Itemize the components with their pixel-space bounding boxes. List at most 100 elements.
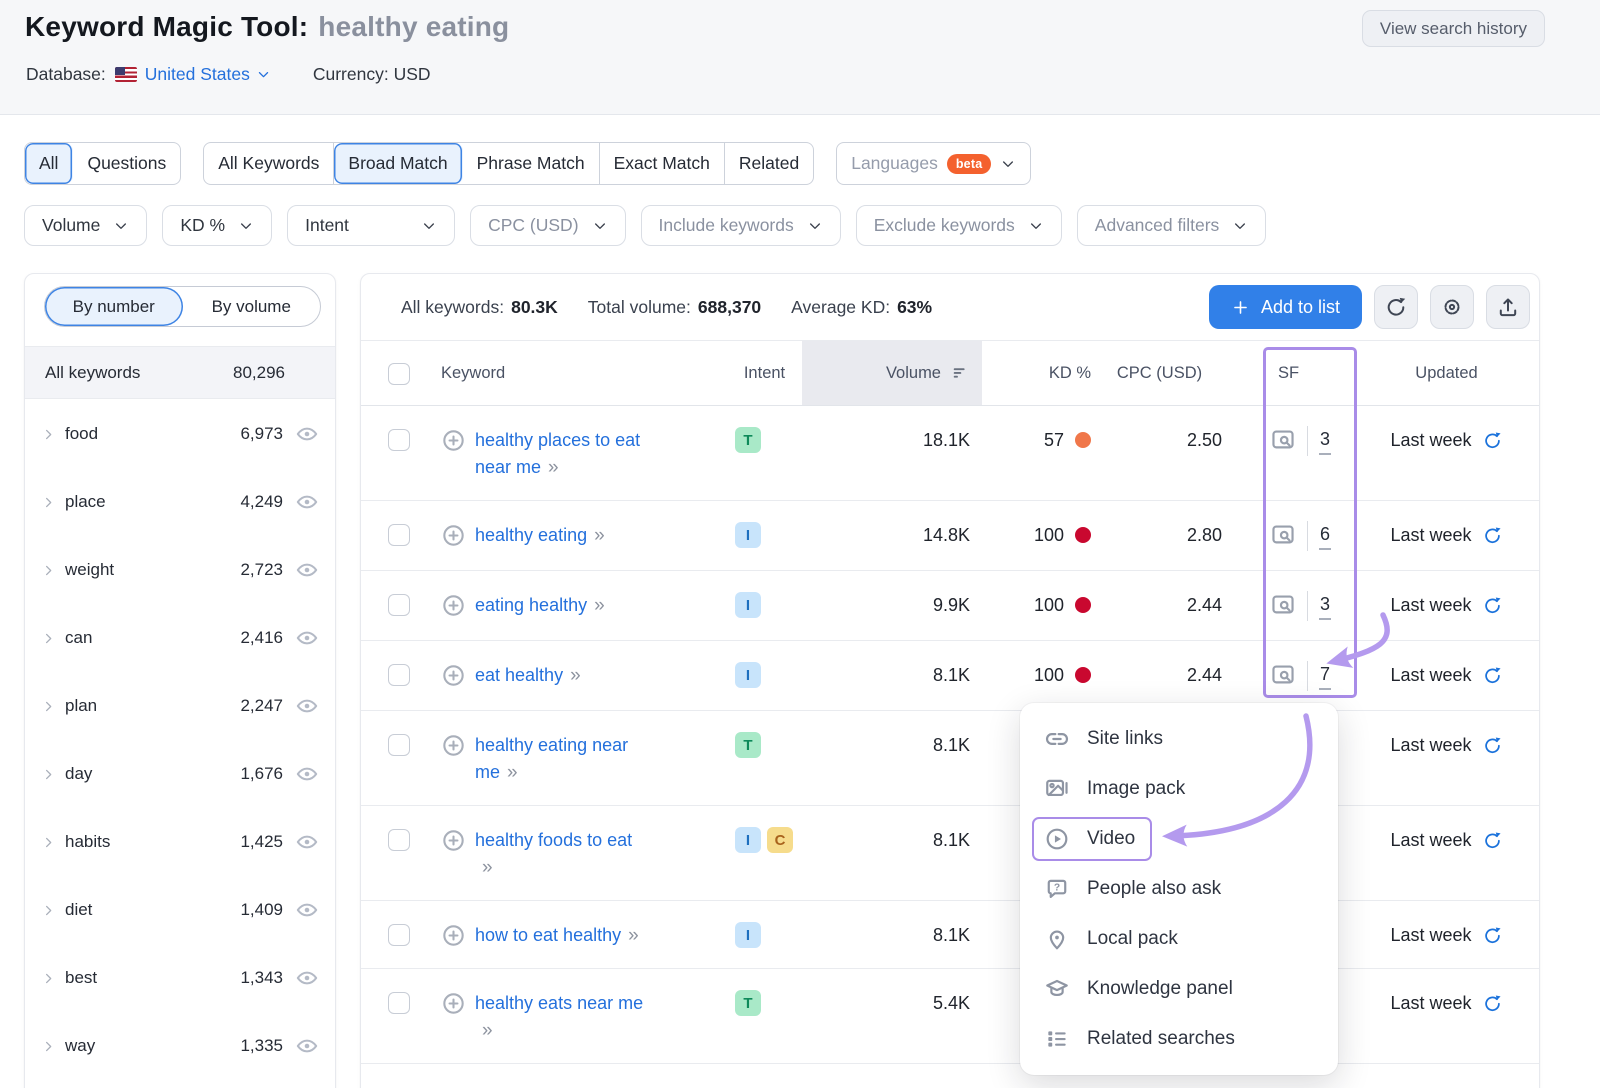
select-all-checkbox[interactable] bbox=[388, 363, 410, 385]
column-header-intent[interactable]: Intent bbox=[727, 341, 802, 405]
eye-icon[interactable] bbox=[295, 830, 319, 854]
keyword-link[interactable]: how to eat healthy» bbox=[475, 922, 640, 949]
view-search-history-button[interactable]: View search history bbox=[1362, 10, 1545, 47]
keyword-link[interactable]: healthy eating» bbox=[475, 522, 606, 549]
row-refresh-icon[interactable] bbox=[1482, 830, 1503, 851]
column-header-cpc[interactable]: CPC (USD) bbox=[1097, 341, 1222, 405]
row-refresh-icon[interactable] bbox=[1482, 430, 1503, 451]
keyword-link[interactable]: healthy foods to eat» bbox=[475, 827, 632, 881]
sidebar-group-plan[interactable]: plan2,247 bbox=[25, 672, 335, 740]
popup-item-people-also-ask[interactable]: People also ask bbox=[1020, 864, 1338, 914]
expand-keyword-icon[interactable]: » bbox=[594, 525, 606, 546]
filter-volume[interactable]: Volume bbox=[24, 205, 147, 246]
tab-related[interactable]: Related bbox=[725, 143, 813, 184]
export-button[interactable] bbox=[1486, 285, 1530, 329]
filter-include-keywords[interactable]: Include keywords bbox=[641, 205, 841, 246]
eye-icon[interactable] bbox=[295, 490, 319, 514]
row-refresh-icon[interactable] bbox=[1482, 735, 1503, 756]
sidebar-group-way[interactable]: way1,335 bbox=[25, 1012, 335, 1080]
row-refresh-icon[interactable] bbox=[1482, 925, 1503, 946]
sidebar-group-can[interactable]: can2,416 bbox=[25, 604, 335, 672]
eye-icon[interactable] bbox=[295, 626, 319, 650]
sidebar-group-habits[interactable]: habits1,425 bbox=[25, 808, 335, 876]
eye-icon[interactable] bbox=[295, 1034, 319, 1058]
tab-all-keywords[interactable]: All Keywords bbox=[204, 143, 334, 184]
tab-all[interactable]: All bbox=[25, 143, 73, 184]
popup-item-video[interactable]: Video bbox=[1020, 814, 1338, 864]
serp-features-icon[interactable] bbox=[1270, 522, 1296, 548]
add-keyword-icon[interactable] bbox=[441, 733, 466, 758]
filter-exclude-keywords[interactable]: Exclude keywords bbox=[856, 205, 1062, 246]
expand-keyword-icon[interactable]: » bbox=[482, 857, 494, 878]
row-checkbox[interactable] bbox=[388, 829, 410, 851]
eye-icon[interactable] bbox=[295, 422, 319, 446]
sidebar-group-day[interactable]: day1,676 bbox=[25, 740, 335, 808]
popup-item-image-pack[interactable]: Image pack bbox=[1020, 764, 1338, 814]
serp-features-icon[interactable] bbox=[1270, 662, 1296, 688]
sidebar-group-diet[interactable]: diet1,409 bbox=[25, 876, 335, 944]
row-checkbox[interactable] bbox=[388, 429, 410, 451]
eye-icon[interactable] bbox=[295, 898, 319, 922]
add-keyword-icon[interactable] bbox=[441, 663, 466, 688]
settings-button[interactable] bbox=[1430, 285, 1474, 329]
sidebar-group-food[interactable]: food6,973 bbox=[25, 400, 335, 468]
add-keyword-icon[interactable] bbox=[441, 523, 466, 548]
keyword-link[interactable]: eating healthy» bbox=[475, 592, 606, 619]
keyword-link[interactable]: eat healthy» bbox=[475, 662, 582, 689]
popup-item-site-links[interactable]: Site links bbox=[1020, 714, 1338, 764]
row-checkbox[interactable] bbox=[388, 734, 410, 756]
filter-intent[interactable]: Intent bbox=[287, 205, 455, 246]
popup-item-knowledge-panel[interactable]: Knowledge panel bbox=[1020, 964, 1338, 1014]
add-keyword-icon[interactable] bbox=[441, 428, 466, 453]
sidebar-group-place[interactable]: place4,249 bbox=[25, 468, 335, 536]
column-header-volume[interactable]: Volume bbox=[802, 341, 982, 405]
toggle-by-volume[interactable]: By volume bbox=[183, 287, 321, 326]
row-refresh-icon[interactable] bbox=[1482, 595, 1503, 616]
refresh-button[interactable] bbox=[1374, 285, 1418, 329]
keyword-link[interactable]: healthy eating nearme» bbox=[475, 732, 628, 786]
row-refresh-icon[interactable] bbox=[1482, 993, 1503, 1014]
row-checkbox[interactable] bbox=[388, 992, 410, 1014]
tab-phrase-match[interactable]: Phrase Match bbox=[463, 143, 600, 184]
expand-keyword-icon[interactable]: » bbox=[507, 762, 519, 783]
column-header-kd[interactable]: KD % bbox=[982, 341, 1097, 405]
eye-icon[interactable] bbox=[295, 762, 319, 786]
filter-kd[interactable]: KD % bbox=[162, 205, 272, 246]
expand-keyword-icon[interactable]: » bbox=[548, 457, 560, 478]
languages-dropdown[interactable]: Languages beta bbox=[836, 142, 1031, 185]
serp-features-icon[interactable] bbox=[1270, 427, 1296, 453]
keyword-link[interactable]: healthy eats near me» bbox=[475, 990, 643, 1044]
row-checkbox[interactable] bbox=[388, 524, 410, 546]
sf-count[interactable]: 3 bbox=[1319, 427, 1331, 455]
column-header-updated[interactable]: Updated bbox=[1354, 341, 1539, 405]
filter-cpc-usd[interactable]: CPC (USD) bbox=[470, 205, 625, 246]
sf-count[interactable]: 6 bbox=[1319, 522, 1331, 550]
tab-exact-match[interactable]: Exact Match bbox=[600, 143, 725, 184]
column-header-sf[interactable]: SF bbox=[1222, 341, 1354, 405]
add-to-list-button[interactable]: Add to list bbox=[1209, 285, 1362, 329]
expand-keyword-icon[interactable]: » bbox=[482, 1020, 494, 1041]
sf-count[interactable]: 7 bbox=[1319, 662, 1331, 690]
sf-count[interactable]: 3 bbox=[1319, 592, 1331, 620]
expand-keyword-icon[interactable]: » bbox=[628, 925, 640, 946]
expand-keyword-icon[interactable]: » bbox=[594, 595, 606, 616]
eye-icon[interactable] bbox=[295, 694, 319, 718]
eye-icon[interactable] bbox=[295, 966, 319, 990]
sidebar-group-weight[interactable]: weight2,723 bbox=[25, 536, 335, 604]
column-header-keyword[interactable]: Keyword bbox=[421, 341, 727, 405]
toggle-by-number[interactable]: By number bbox=[45, 287, 183, 326]
serp-features-icon[interactable] bbox=[1270, 592, 1296, 618]
database-selector[interactable]: United States bbox=[145, 64, 271, 85]
row-refresh-icon[interactable] bbox=[1482, 525, 1503, 546]
expand-keyword-icon[interactable]: » bbox=[570, 665, 582, 686]
row-checkbox[interactable] bbox=[388, 664, 410, 686]
row-checkbox[interactable] bbox=[388, 594, 410, 616]
tab-broad-match[interactable]: Broad Match bbox=[334, 143, 462, 184]
add-keyword-icon[interactable] bbox=[441, 593, 466, 618]
row-refresh-icon[interactable] bbox=[1482, 665, 1503, 686]
all-keywords-total-row[interactable]: All keywords 80,296 bbox=[25, 346, 335, 399]
popup-item-local-pack[interactable]: Local pack bbox=[1020, 914, 1338, 964]
tab-questions[interactable]: Questions bbox=[73, 143, 180, 184]
add-keyword-icon[interactable] bbox=[441, 828, 466, 853]
row-checkbox[interactable] bbox=[388, 924, 410, 946]
